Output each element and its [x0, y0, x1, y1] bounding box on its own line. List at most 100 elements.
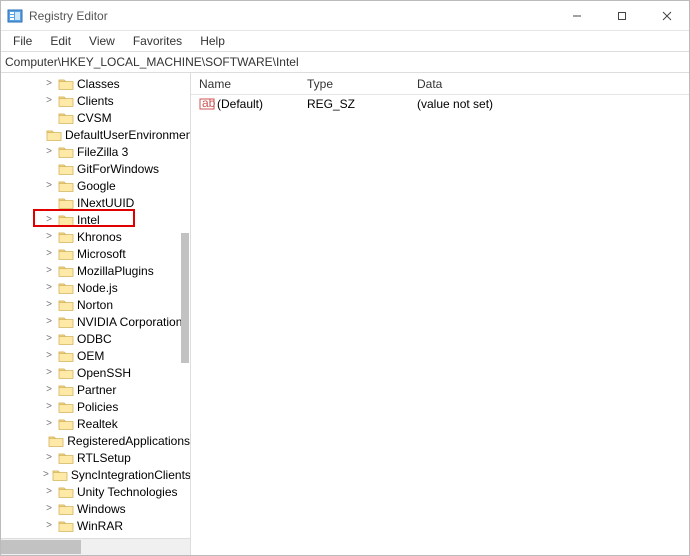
tree-item-openssh[interactable]: >OpenSSH — [1, 364, 190, 381]
expander-icon[interactable]: > — [43, 266, 55, 276]
tree-item-registeredapplications[interactable]: RegisteredApplications — [1, 432, 190, 449]
horizontal-scrollbar[interactable] — [1, 538, 190, 555]
tree-item-label: Norton — [77, 298, 113, 312]
svg-text:ab: ab — [202, 97, 215, 110]
tree-item-label: Node.js — [77, 281, 118, 295]
tree-item-inextuuid[interactable]: INextUUID — [1, 194, 190, 211]
folder-icon — [58, 417, 74, 431]
tree-item-intel[interactable]: > Intel — [1, 211, 190, 228]
tree-item-cvsm[interactable]: CVSM — [1, 109, 190, 126]
tree-item-windows[interactable]: >Windows — [1, 500, 190, 517]
expander-icon[interactable]: > — [43, 232, 55, 242]
expander-icon[interactable]: > — [43, 402, 55, 412]
list-row[interactable]: ab(Default)REG_SZ(value not set) — [191, 95, 689, 113]
tree-item-label: ODBC — [77, 332, 112, 346]
maximize-button[interactable] — [599, 1, 644, 30]
tree-item-partner[interactable]: >Partner — [1, 381, 190, 398]
folder-icon — [58, 519, 74, 533]
expander-icon[interactable]: > — [43, 249, 55, 259]
tree-item-label: GitForWindows — [77, 162, 159, 176]
tree-item-clients[interactable]: > Clients — [1, 92, 190, 109]
folder-icon — [58, 349, 74, 363]
tree-item-node-js[interactable]: > Node.js — [1, 279, 190, 296]
tree-item-policies[interactable]: >Policies — [1, 398, 190, 415]
minimize-button[interactable] — [554, 1, 599, 30]
tree-item-label: Intel — [77, 213, 100, 227]
folder-icon — [58, 179, 74, 193]
menu-help[interactable]: Help — [192, 32, 233, 50]
horizontal-scrollbar-thumb[interactable] — [1, 540, 81, 554]
tree-item-oem[interactable]: >OEM — [1, 347, 190, 364]
menu-view[interactable]: View — [81, 32, 123, 50]
folder-icon — [58, 502, 74, 516]
expander-icon[interactable]: > — [43, 368, 55, 378]
expander-icon[interactable]: > — [43, 96, 55, 106]
folder-icon — [58, 315, 74, 329]
expander-icon[interactable]: > — [43, 351, 55, 361]
tree-item-gitforwindows[interactable]: GitForWindows — [1, 160, 190, 177]
tree-item-label: Microsoft — [77, 247, 126, 261]
tree-item-classes[interactable]: > Classes — [1, 75, 190, 92]
tree-item-winrar[interactable]: >WinRAR — [1, 517, 190, 534]
expander-icon[interactable]: > — [43, 215, 55, 225]
folder-icon — [58, 332, 74, 346]
tree-item-filezilla-3[interactable]: >FileZilla 3 — [1, 143, 190, 160]
expander-icon[interactable]: > — [43, 419, 55, 429]
expander-icon[interactable]: > — [43, 504, 55, 514]
app-icon — [7, 8, 23, 24]
tree-scroll[interactable]: > Classes > ClientsCVSMDefaultUserEnvironme… — [1, 73, 190, 538]
tree-item-norton[interactable]: > Norton — [1, 296, 190, 313]
folder-icon — [58, 230, 74, 244]
folder-icon — [52, 468, 68, 482]
menu-edit[interactable]: Edit — [42, 32, 79, 50]
list-pane: Name Type Data ab(Default)REG_SZ(value n… — [191, 73, 689, 555]
expander-icon[interactable]: > — [43, 385, 55, 395]
folder-icon — [58, 264, 74, 278]
expander-icon[interactable]: > — [43, 317, 55, 327]
tree-item-label: Unity Technologies — [77, 485, 178, 499]
tree-item-microsoft[interactable]: > Microsoft — [1, 245, 190, 262]
tree-item-google[interactable]: > Google — [1, 177, 190, 194]
expander-icon[interactable]: > — [43, 300, 55, 310]
tree-item-label: MozillaPlugins — [77, 264, 154, 278]
address-bar[interactable]: Computer\HKEY_LOCAL_MACHINE\SOFTWARE\Int… — [1, 51, 689, 73]
expander-icon[interactable]: > — [43, 147, 55, 157]
cell-type: REG_SZ — [299, 97, 409, 111]
menubar: File Edit View Favorites Help — [1, 31, 689, 51]
expander-icon[interactable]: > — [43, 181, 55, 191]
close-button[interactable] — [644, 1, 689, 30]
tree-item-khronos[interactable]: >Khronos — [1, 228, 190, 245]
folder-icon — [58, 94, 74, 108]
tree-item-syncintegrationclients[interactable]: >SyncIntegrationClients — [1, 466, 190, 483]
folder-icon — [58, 298, 74, 312]
column-header-name[interactable]: Name — [191, 77, 299, 91]
column-header-type[interactable]: Type — [299, 77, 409, 91]
expander-icon[interactable]: > — [43, 470, 49, 480]
tree-item-label: Google — [77, 179, 116, 193]
tree-item-label: Classes — [77, 77, 120, 91]
expander-icon[interactable]: > — [43, 453, 55, 463]
tree-item-mozillaplugins[interactable]: > MozillaPlugins — [1, 262, 190, 279]
tree-item-odbc[interactable]: > ODBC — [1, 330, 190, 347]
folder-icon — [58, 247, 74, 261]
expander-icon[interactable]: > — [43, 79, 55, 89]
expander-icon[interactable]: > — [43, 334, 55, 344]
tree-pane: > Classes > ClientsCVSMDefaultUserEnvironme… — [1, 73, 191, 555]
tree-item-defaultuserenvironment[interactable]: DefaultUserEnvironment — [1, 126, 190, 143]
expander-icon[interactable]: > — [43, 487, 55, 497]
vertical-scrollbar[interactable] — [180, 73, 190, 521]
tree-item-realtek[interactable]: >Realtek — [1, 415, 190, 432]
menu-favorites[interactable]: Favorites — [125, 32, 190, 50]
menu-file[interactable]: File — [5, 32, 40, 50]
tree-item-nvidia-corporation[interactable]: >NVIDIA Corporation — [1, 313, 190, 330]
vertical-scrollbar-thumb[interactable] — [181, 233, 189, 363]
expander-icon[interactable]: > — [43, 283, 55, 293]
tree-item-rtlsetup[interactable]: > RTLSetup — [1, 449, 190, 466]
tree-item-label: Clients — [77, 94, 114, 108]
tree-item-unity-technologies[interactable]: > Unity Technologies — [1, 483, 190, 500]
address-path: Computer\HKEY_LOCAL_MACHINE\SOFTWARE\Int… — [5, 55, 299, 69]
expander-icon[interactable]: > — [43, 521, 55, 531]
tree-item-label: RTLSetup — [77, 451, 131, 465]
column-header-data[interactable]: Data — [409, 77, 689, 91]
string-value-icon: ab — [199, 97, 215, 111]
